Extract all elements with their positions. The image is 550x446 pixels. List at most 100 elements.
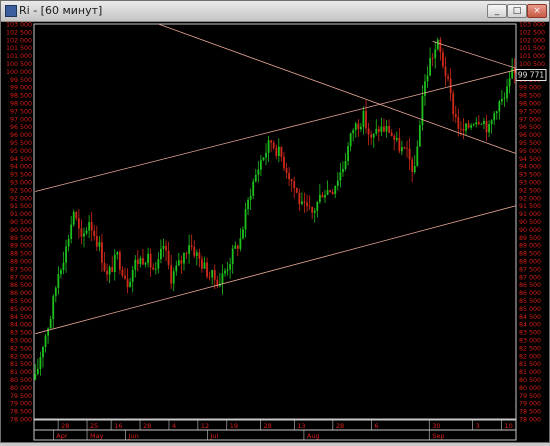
- candle: [490, 119, 493, 134]
- y-tick-label-left: 79 000: [10, 401, 32, 408]
- candle-body: [418, 125, 421, 147]
- trend-line[interactable]: [158, 23, 517, 154]
- candle-body: [139, 258, 142, 265]
- candle-body: [193, 246, 196, 256]
- candle-body: [62, 262, 65, 271]
- title-bar[interactable]: Ri - [60 минут] _ □ ×: [1, 1, 549, 22]
- maximize-button[interactable]: □: [507, 4, 527, 18]
- candle-body: [185, 253, 188, 254]
- x-day-label: 10: [505, 422, 513, 430]
- candle: [111, 256, 114, 273]
- candle: [142, 248, 144, 265]
- candle-body: [183, 253, 185, 264]
- candle-body: [221, 273, 224, 284]
- candle-body: [231, 248, 234, 264]
- candle: [477, 115, 480, 126]
- candle: [434, 41, 437, 69]
- candle: [503, 92, 506, 107]
- candle-body: [177, 260, 180, 266]
- candle: [347, 142, 349, 166]
- candle: [270, 139, 273, 152]
- candle-body: [39, 357, 42, 369]
- candle-body: [316, 201, 319, 211]
- candle: [444, 56, 447, 87]
- y-tick-label-left: 99 500: [10, 77, 32, 84]
- candle-body: [342, 168, 344, 173]
- y-tick-label-right: 87 500: [519, 266, 541, 273]
- close-button[interactable]: ×: [527, 4, 547, 18]
- candle: [206, 257, 208, 279]
- candle: [70, 215, 73, 244]
- candle-body: [265, 152, 267, 158]
- y-tick-label-left: 103 000: [6, 22, 32, 29]
- trend-lines[interactable]: [35, 23, 517, 335]
- y-tick-label-left: 83 500: [10, 330, 32, 337]
- candle-body: [124, 275, 126, 279]
- candle: [85, 227, 88, 236]
- candle: [65, 239, 67, 273]
- candle: [201, 255, 203, 273]
- candle-body: [308, 206, 311, 207]
- candle: [498, 99, 501, 120]
- candle: [475, 117, 478, 128]
- x-day-label: 28: [61, 422, 69, 430]
- candle-body: [495, 111, 498, 114]
- candle-body: [434, 49, 437, 59]
- candle-body: [365, 110, 367, 129]
- candle: [247, 197, 249, 216]
- candle: [506, 78, 508, 103]
- y-tick-label-right: 83 500: [519, 330, 541, 337]
- candle-body: [226, 269, 229, 271]
- y-tick-label-left: 102 000: [6, 37, 32, 44]
- candle: [195, 249, 198, 266]
- candle-body: [170, 265, 173, 284]
- candle: [157, 252, 160, 274]
- candle-body: [154, 268, 157, 270]
- candle-body: [67, 238, 70, 247]
- price-chart[interactable]: 103 000102 500102 000101 500101 000100 5…: [1, 22, 549, 442]
- candle: [513, 58, 516, 84]
- x-month-label: Aug: [307, 432, 320, 440]
- candle-body: [277, 146, 280, 156]
- y-tick-label-right: 95 000: [519, 148, 541, 155]
- y-tick-label-right: 79 500: [519, 393, 541, 400]
- trend-line[interactable]: [35, 69, 517, 192]
- candle: [331, 188, 334, 195]
- candle: [303, 192, 306, 213]
- candle-body: [175, 265, 178, 272]
- candle-body: [513, 68, 516, 74]
- candle: [442, 48, 444, 69]
- candle: [183, 251, 185, 271]
- y-tick-label-left: 94 500: [10, 156, 32, 163]
- candle: [470, 122, 473, 130]
- minimize-button[interactable]: _: [487, 4, 507, 18]
- candle-body: [321, 194, 324, 198]
- y-tick-label-left: 97 500: [10, 108, 32, 115]
- y-tick-label-left: 88 000: [10, 259, 32, 266]
- candle-body: [403, 147, 406, 149]
- candle-body: [413, 165, 416, 172]
- x-day-label: 6: [374, 422, 378, 430]
- candle-body: [142, 258, 144, 265]
- candle-body: [285, 168, 288, 173]
- candle-body: [244, 209, 247, 230]
- candle: [265, 143, 267, 166]
- x-month-label: Sep: [432, 432, 444, 440]
- candle: [116, 251, 119, 260]
- candle: [80, 219, 83, 245]
- x-day-label: 16: [114, 422, 122, 430]
- candle: [221, 264, 224, 295]
- x-day-label: 4: [172, 422, 176, 430]
- y-tick-label-right: 93 500: [519, 172, 541, 179]
- candle: [318, 184, 321, 205]
- y-tick-label-right: 90 500: [519, 219, 541, 226]
- candle: [511, 57, 514, 79]
- chart-area[interactable]: 103 000 102 500 102 000 101 500 101 000 100 5…: [1, 22, 549, 442]
- candle-body: [426, 75, 429, 82]
- candle-body: [75, 212, 78, 219]
- candle-body: [206, 262, 208, 277]
- candle-body: [506, 86, 508, 99]
- candle-body: [236, 245, 239, 249]
- last-price-marker: 99 771: [515, 69, 547, 82]
- candle: [170, 254, 173, 290]
